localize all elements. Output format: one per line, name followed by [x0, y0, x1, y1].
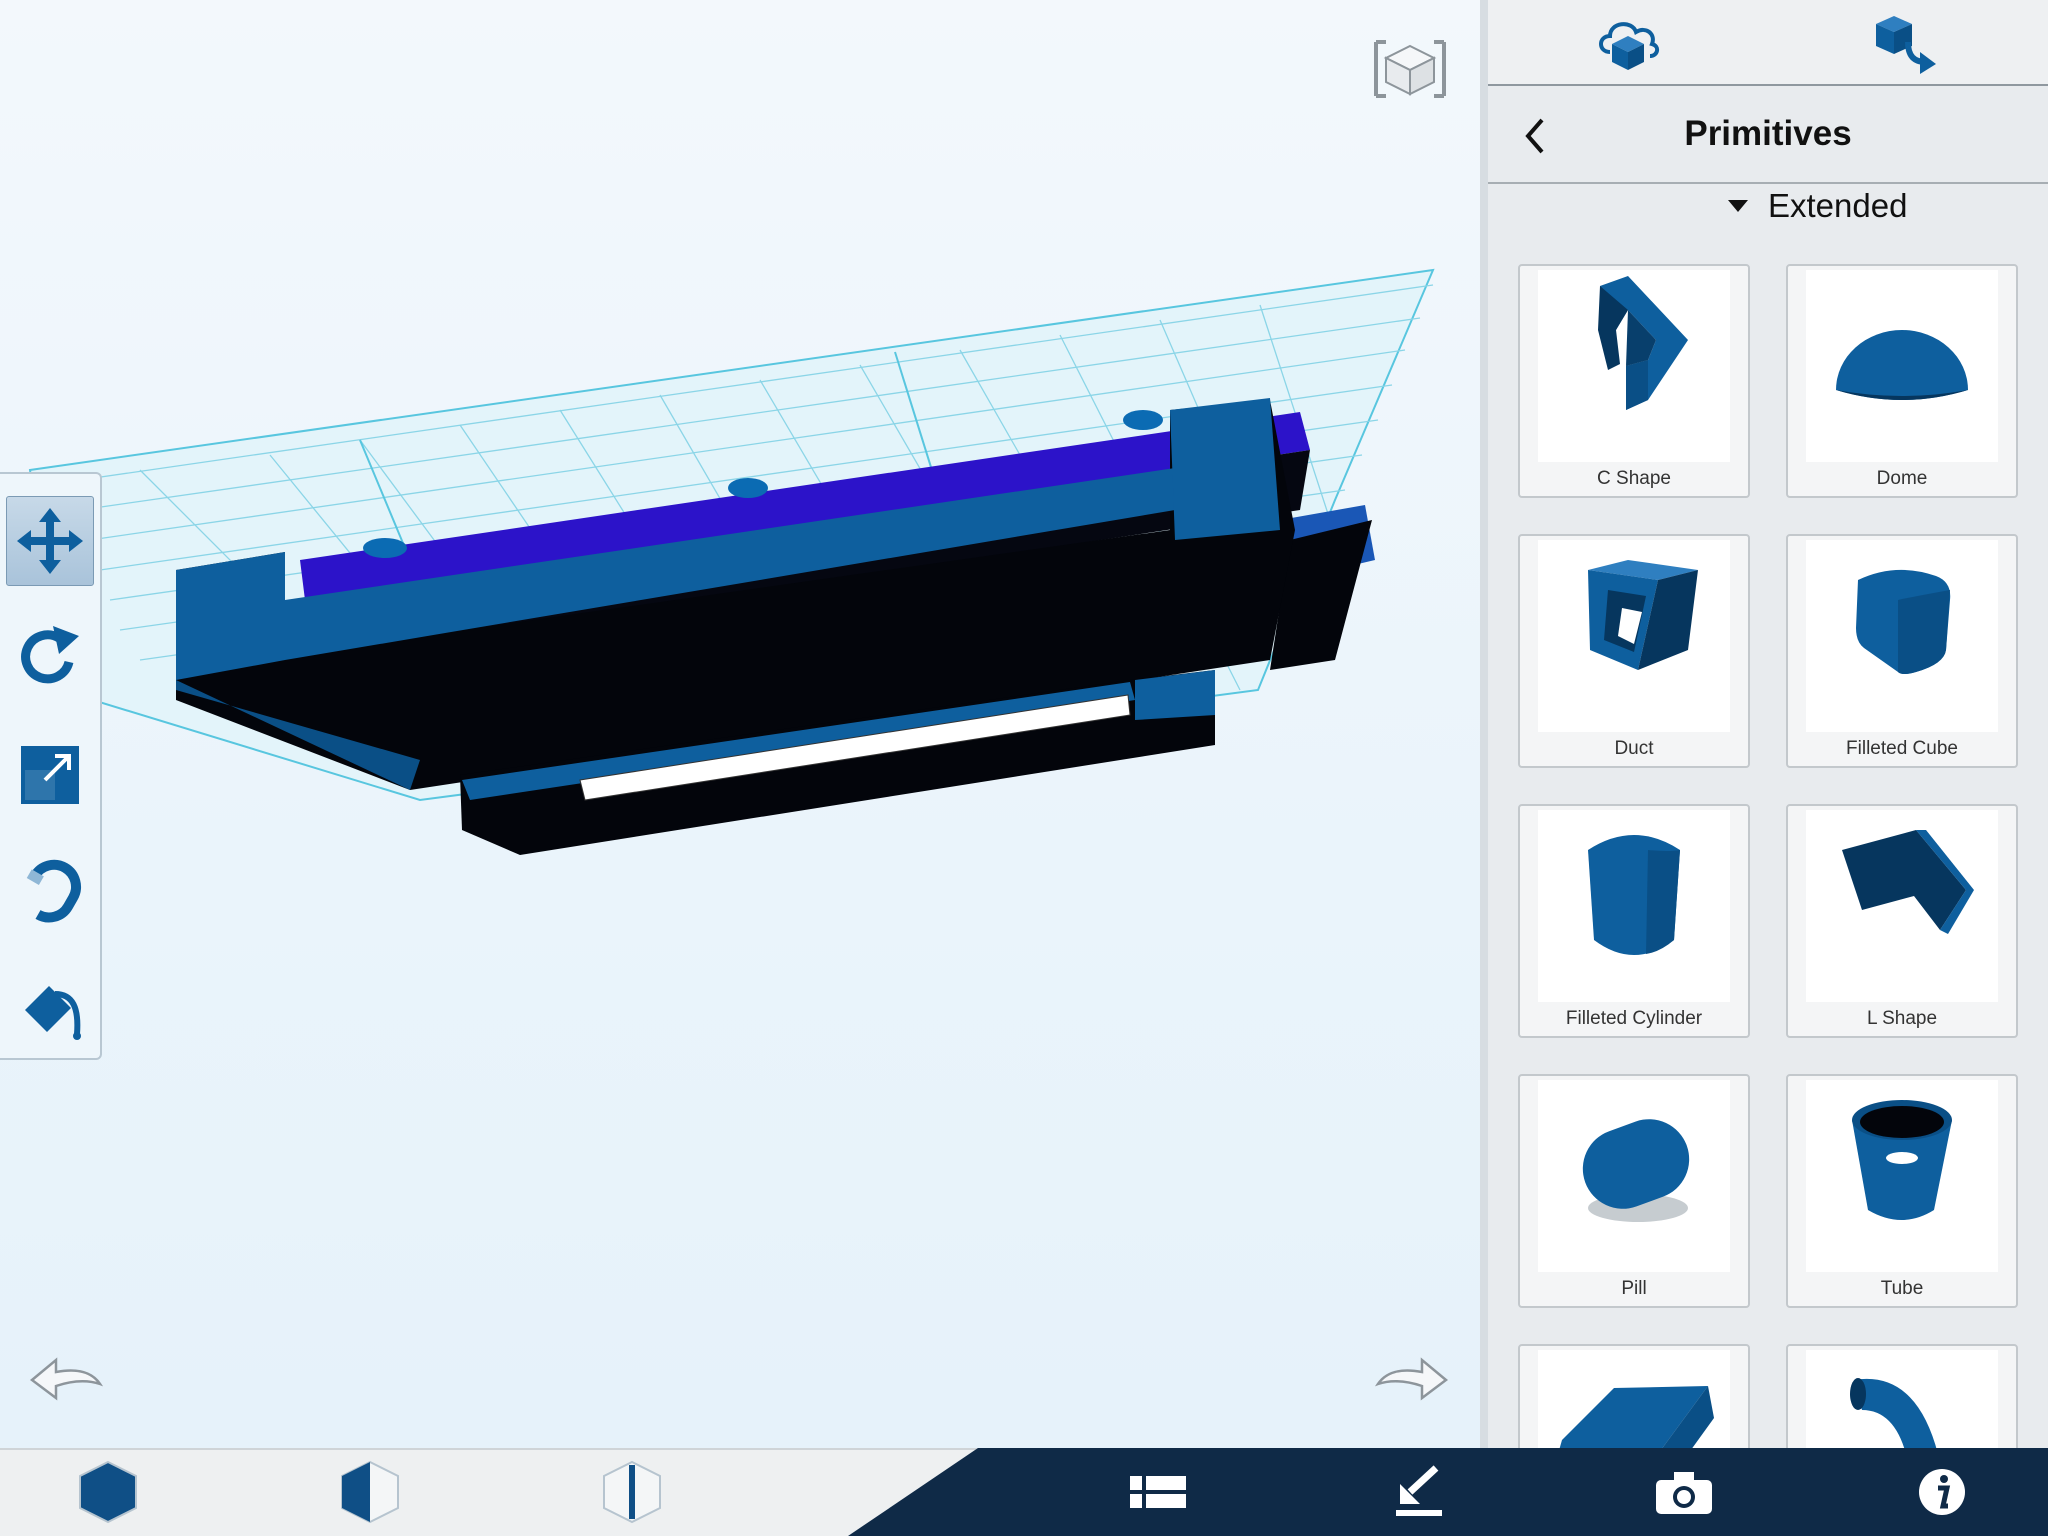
list-icon [1130, 1476, 1186, 1508]
view-cube-icon [1374, 40, 1446, 98]
import-model-button[interactable] [1874, 12, 1938, 76]
paint-bucket-icon [25, 986, 81, 1040]
scale-tool-button[interactable] [6, 730, 94, 820]
half-transparent-view-icon [341, 1460, 399, 1524]
primitive-elbow[interactable] [1786, 1344, 2018, 1460]
primitive-wedge[interactable] [1518, 1344, 1750, 1460]
panel-header: Primitives [1488, 88, 2048, 184]
3d-viewport[interactable] [0, 0, 1480, 1448]
scale-icon [21, 746, 79, 804]
primitive-dome[interactable]: Dome [1786, 264, 2018, 498]
import-model-icon [1876, 16, 1936, 74]
tube-icon [1852, 1100, 1952, 1220]
redo-arrow-icon [1374, 1357, 1449, 1401]
download-icon [1396, 1465, 1442, 1516]
solid-view-button[interactable] [68, 1456, 148, 1528]
info-icon [1919, 1469, 1965, 1515]
dome-icon [1836, 330, 1968, 400]
pill-icon [1582, 1119, 1690, 1222]
undo-button[interactable] [26, 1350, 106, 1410]
panel-top-bar [1488, 0, 2048, 86]
cloud-upload-button[interactable] [1596, 12, 1660, 76]
section-label: Extended [1768, 187, 1908, 224]
primitive-duct[interactable]: Duct [1518, 534, 1750, 768]
scene-canvas[interactable] [0, 0, 1480, 1448]
magnet-icon [26, 859, 81, 923]
half-transparent-view-button[interactable] [330, 1456, 410, 1528]
section-toggle-extended[interactable]: Extended [1726, 184, 1907, 228]
panel-title: Primitives [1684, 114, 1852, 153]
wedge-icon [1558, 1386, 1714, 1454]
duct-icon [1588, 560, 1698, 670]
wireframe-view-icon [603, 1460, 661, 1524]
list-button[interactable] [1118, 1456, 1198, 1528]
view-cube-button[interactable] [1370, 32, 1450, 102]
primitives-panel: Primitives Extended C Shape Dome Duct Fi… [1488, 0, 2048, 1460]
undo-arrow-icon [29, 1357, 104, 1401]
wireframe-view-button[interactable] [592, 1456, 672, 1528]
solid-view-icon [79, 1460, 137, 1524]
info-button[interactable] [1902, 1456, 1982, 1528]
filleted-cube-icon [1856, 569, 1951, 674]
triangle-down-icon [1728, 200, 1748, 212]
transform-toolbar [0, 472, 102, 1060]
l-shape-icon [1842, 830, 1974, 934]
elbow-pipe-icon [1850, 1378, 1938, 1454]
move-arrows-icon [17, 508, 83, 574]
primitive-filleted-cylinder[interactable]: Filleted Cylinder [1518, 804, 1750, 1038]
c-shape-icon [1598, 276, 1688, 410]
rotate-icon [21, 626, 79, 684]
bottom-bar-background [0, 1448, 2048, 1536]
camera-icon [1656, 1472, 1712, 1514]
cloud-upload-icon [1599, 22, 1659, 70]
rotate-tool-button[interactable] [6, 612, 94, 702]
primitive-l-shape[interactable]: L Shape [1786, 804, 2018, 1038]
primitive-c-shape[interactable]: C Shape [1518, 264, 1750, 498]
camera-button[interactable] [1644, 1456, 1724, 1528]
primitive-tube[interactable]: Tube [1786, 1074, 2018, 1308]
download-button[interactable] [1380, 1456, 1460, 1528]
snap-tool-button[interactable] [6, 846, 94, 936]
panel-splitter[interactable] [1480, 0, 1488, 1448]
material-tool-button[interactable] [6, 964, 94, 1054]
primitive-pill[interactable]: Pill [1518, 1074, 1750, 1308]
move-tool-button[interactable] [6, 496, 94, 586]
primitive-filleted-cube[interactable]: Filleted Cube [1786, 534, 2018, 768]
filleted-cylinder-icon [1588, 835, 1680, 955]
bottom-bar [0, 1448, 2048, 1536]
redo-button[interactable] [1372, 1350, 1452, 1410]
